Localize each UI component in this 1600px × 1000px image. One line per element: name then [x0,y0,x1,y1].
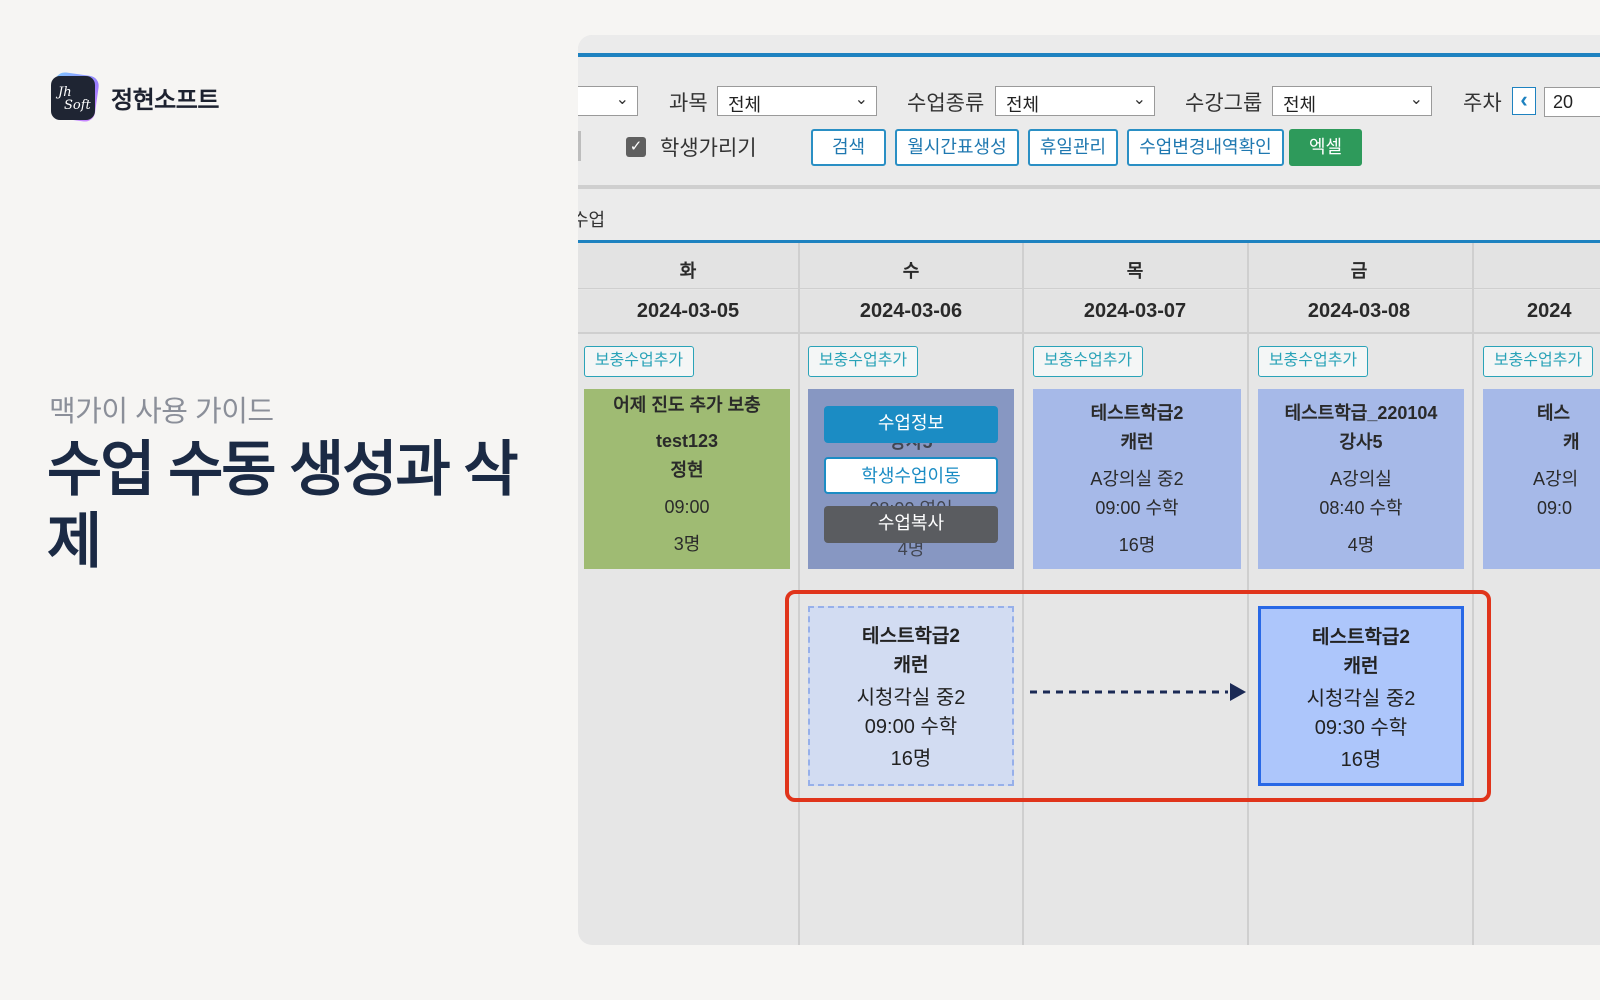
class-card-tue[interactable]: 어제 진도 추가 보충 test123 정현 09:00 3명 [584,389,790,569]
class-room-grade: A강의실 중2 [1090,469,1184,489]
date-tue: 2024-03-05 [636,300,740,322]
group-select[interactable]: 전체 ⌄ [1272,86,1432,116]
class-time-subject: 09:30 수학 [1314,717,1408,739]
dow-thu: 목 [1126,261,1144,281]
move-arrow-icon [1030,683,1246,701]
top-accent-line [578,53,1600,57]
class-count: 16명 [1118,535,1156,555]
chevron-down-icon: ⌄ [615,91,629,108]
class-time: 09:00 [664,497,710,517]
class-room-grade: A강의 [1533,469,1579,489]
hide-students-checkbox[interactable]: ✓ [626,137,646,157]
search-button[interactable]: 검색 [811,129,886,166]
class-room-grade: 시청각실 중2 [856,687,966,709]
class-line2: 정현 [670,460,704,480]
date-wed: 2024-03-06 [859,300,963,322]
chevron-down-icon: ⌄ [1132,91,1146,108]
class-time-subject: 09:0 [1537,498,1573,518]
dow-fri: 금 [1350,261,1368,281]
class-time-subject: 09:00 수학 [1095,498,1179,518]
class-type-label: 수업종류 [907,92,985,115]
class-line1: test123 [655,431,719,451]
brand-name: 정현소프트 [111,86,219,114]
class-type-select[interactable]: 전체 ⌄ [995,86,1155,116]
class-title: 어제 진도 추가 보충 [613,395,761,415]
add-supplementary-button[interactable]: 보충수업추가 [1258,346,1368,377]
class-count: 3명 [673,534,701,554]
guide-subtitle: 맥가이 사용 가이드 [49,396,274,428]
class-room-grade: 시청각실 중2 [1306,688,1416,710]
add-supplementary-button[interactable]: 보충수업추가 [584,346,694,377]
excel-button[interactable]: 엑셀 [1289,129,1362,166]
class-card-thu[interactable]: 테스트학급2 캐런 A강의실 중2 09:00 수학 16명 [1033,389,1241,569]
class-teacher: 캐런 [893,655,929,676]
week-label: 주차 [1463,92,1502,115]
student-move-menu-item[interactable]: 학생수업이동 [824,457,998,494]
change-history-button[interactable]: 수업변경내역확인 [1127,129,1284,166]
chevron-down-icon: ⌄ [1409,91,1423,108]
add-supplementary-button[interactable]: 보충수업추가 [1033,346,1143,377]
class-title: 테스트학급2 [1090,403,1184,423]
jhsoft-logo: Jh Soft [49,71,100,123]
class-teacher: 캐 [1563,432,1580,452]
partial-control [578,131,581,161]
class-count: 4명 [1347,535,1375,555]
group-label: 수강그룹 [1185,92,1263,115]
class-title: 테스트학급_220104 [1284,403,1438,423]
add-supplementary-button[interactable]: 보충수업추가 [808,346,918,377]
class-card-sat[interactable]: 테스 캐 A강의 09:0 [1483,389,1600,569]
holiday-mgmt-button[interactable]: 휴일관리 [1028,129,1118,166]
class-teacher: 캐런 [1120,432,1154,452]
date-fri: 2024-03-08 [1307,300,1411,322]
guide-title: 수업 수동 생성과 삭제 [47,436,519,575]
class-count: 16명 [1340,749,1382,771]
partial-select[interactable]: ⌄ [578,86,638,116]
class-info-menu-item[interactable]: 수업정보 [824,406,998,443]
week-input[interactable]: 20 [1544,87,1600,117]
move-source-card[interactable]: 테스트학급2 캐런 시청각실 중2 09:00 수학 16명 [808,606,1014,786]
subject-label: 과목 [669,92,708,115]
dow-tue: 화 [679,261,697,281]
timetable-screenshot: ⌄ 과목 전체 ⌄ 수업종류 전체 ⌄ 수강그룹 전체 ⌄ 주차 ‹ 20 ✓ 학생가… [578,35,1600,945]
monthly-timetable-button[interactable]: 월시간표생성 [895,129,1019,166]
class-copy-menu-item[interactable]: 수업복사 [824,506,998,543]
class-teacher: 캐런 [1343,656,1379,677]
class-card-fri[interactable]: 테스트학급_220104 강사5 A강의실 08:40 수학 4명 [1258,389,1464,569]
class-title: 테스트학급2 [1312,627,1410,648]
date-sat: 2024 [1527,300,1572,322]
prev-week-button[interactable]: ‹ [1512,87,1536,115]
section-label: 수업 [578,210,606,230]
section-bar [578,189,1600,241]
class-title: 테스 [1537,403,1571,423]
date-thu: 2024-03-07 [1083,300,1187,322]
class-room-grade: A강의실 [1330,469,1392,489]
add-supplementary-button[interactable]: 보충수업추가 [1483,346,1593,377]
class-time-subject: 09:00 수학 [864,716,958,738]
hide-students-label: 학생가리기 [660,137,757,160]
chevron-down-icon: ⌄ [854,91,868,108]
class-count: 16명 [890,748,932,770]
class-title: 테스트학급2 [862,626,960,647]
class-teacher: 강사5 [1339,432,1383,452]
brand: Jh Soft 정현소프트 [49,71,219,123]
dow-wed: 수 [902,261,920,281]
subject-select[interactable]: 전체 ⌄ [717,86,877,116]
class-time-subject: 08:40 수학 [1319,498,1403,518]
move-target-card[interactable]: 테스트학급2 캐런 시청각실 중2 09:30 수학 16명 [1258,606,1464,786]
